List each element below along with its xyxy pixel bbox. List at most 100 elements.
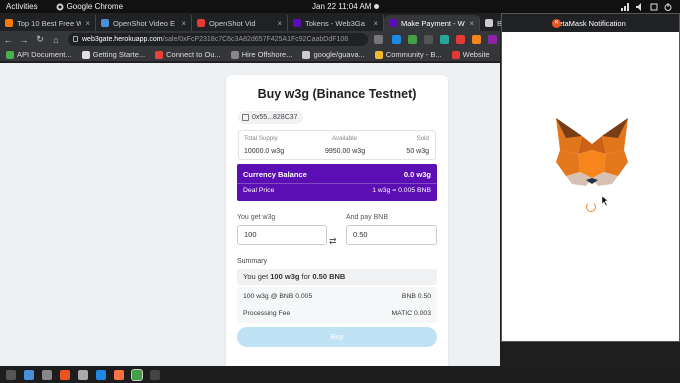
bookmark-4[interactable]: google/guava... bbox=[302, 50, 365, 59]
and-pay-input[interactable]: 0.50 bbox=[346, 225, 437, 245]
sold-value: 50 w3g bbox=[406, 148, 429, 155]
forward-button[interactable]: → bbox=[16, 35, 32, 45]
system-top-bar: Activities Google Chrome Jan 22 11:04 AM bbox=[0, 0, 680, 13]
tab-favicon-icon bbox=[5, 19, 13, 27]
tab-4[interactable]: Make Payment - W × bbox=[384, 15, 480, 31]
bookmarks-bar: API Document... Getting Starte... Connect … bbox=[0, 48, 500, 62]
tab-label: OpenShot Video E bbox=[113, 18, 175, 28]
tab-favicon-icon bbox=[197, 19, 205, 27]
notification-dot-icon bbox=[374, 4, 379, 9]
tab-close-icon[interactable]: × bbox=[469, 19, 474, 28]
total-supply-value: 10000.0 w3g bbox=[244, 148, 285, 155]
tab-favicon-icon bbox=[389, 19, 397, 27]
line-item-value: BNB 0.50 bbox=[401, 293, 431, 300]
firefox-icon[interactable] bbox=[114, 369, 124, 380]
power-icon bbox=[664, 2, 672, 11]
chrome-taskbar-icon[interactable] bbox=[131, 368, 143, 381]
you-get-token: w3g bbox=[262, 214, 276, 221]
extension-v-icon[interactable] bbox=[392, 35, 401, 44]
chrome-icon bbox=[56, 3, 64, 10]
bookmark-favicon-icon bbox=[230, 50, 239, 59]
tab-3[interactable]: Tokens - Web3Ga × bbox=[288, 15, 384, 31]
bookmark-6[interactable]: Website bbox=[451, 50, 490, 59]
bookmark-3[interactable]: Hire Offshore... bbox=[230, 50, 292, 59]
tab-label: Tokens - Web3Ga bbox=[305, 18, 365, 28]
tab-favicon-icon bbox=[101, 19, 109, 27]
bookmark-label: Website bbox=[462, 50, 490, 59]
extension-a-icon[interactable] bbox=[424, 35, 433, 44]
bookmark-2[interactable]: Connect to Ou... bbox=[155, 50, 221, 59]
vscode-icon[interactable] bbox=[96, 369, 106, 380]
extension-teal-icon[interactable] bbox=[440, 35, 449, 44]
contract-icon bbox=[242, 114, 249, 121]
divider bbox=[237, 183, 437, 184]
tab-0[interactable]: Top 10 Best Free W × bbox=[0, 15, 96, 31]
tab-favicon-icon bbox=[485, 19, 493, 27]
back-button[interactable]: ← bbox=[0, 35, 16, 45]
summary-amount: 100 w3g bbox=[270, 272, 300, 281]
tab-label: OpenShot Vid bbox=[209, 18, 256, 28]
taskbar bbox=[0, 366, 680, 383]
loading-spinner-icon bbox=[586, 202, 596, 212]
contract-address-chip[interactable]: 0x55...828C37 bbox=[238, 111, 303, 124]
and-pay-token: BNB bbox=[373, 214, 389, 221]
battery-icon bbox=[650, 3, 658, 10]
network-icon bbox=[621, 2, 629, 11]
sale-card: Buy w3g (Binance Testnet) 0x55...828C37 … bbox=[226, 75, 448, 366]
swap-icon[interactable]: ⇄ bbox=[329, 236, 337, 247]
maximize-icon[interactable]: ▫ bbox=[552, 19, 661, 28]
screen-recorder-icon[interactable] bbox=[150, 369, 160, 380]
supply-stats: Total Supply Available Sold 10000.0 w3g … bbox=[238, 130, 436, 160]
metamask-titlebar: MetaMask Notification – ▫ ✕ bbox=[502, 14, 679, 32]
currency-balance-value: 0.0 w3g bbox=[403, 170, 431, 179]
bookmark-0[interactable]: API Document... bbox=[6, 50, 72, 59]
lock-icon bbox=[73, 36, 78, 42]
page-title: Buy w3g (Binance Testnet) bbox=[257, 87, 417, 101]
bookmark-5[interactable]: Community - B... bbox=[374, 50, 442, 59]
bookmark-label: google/guava... bbox=[313, 50, 365, 59]
metamask-extension-icon[interactable] bbox=[472, 35, 481, 44]
extension-purple-icon[interactable] bbox=[488, 35, 497, 44]
browser-toolbar: ← → ↻ ⌂ web3gate.herokuapp.com/sale/0xFc… bbox=[0, 31, 500, 48]
sold-label: Sold bbox=[416, 135, 429, 142]
system-tray[interactable] bbox=[621, 2, 672, 11]
bookmark-favicon-icon bbox=[374, 50, 383, 59]
you-get-label: You get w3g bbox=[237, 214, 275, 221]
deal-price-value: 1 w3g = 0.005 BNB bbox=[372, 187, 431, 194]
available-value: 9950.00 w3g bbox=[325, 148, 366, 155]
reload-button[interactable]: ↻ bbox=[32, 34, 48, 45]
tab-2[interactable]: OpenShot Vid × bbox=[192, 15, 288, 31]
currency-balance-label: Currency Balance bbox=[243, 170, 307, 179]
share-icon[interactable] bbox=[374, 35, 383, 44]
close-icon[interactable]: ✕ bbox=[552, 19, 561, 28]
extension-red-icon[interactable] bbox=[456, 35, 465, 44]
bookmark-favicon-icon bbox=[302, 50, 311, 59]
you-get-text: You get bbox=[237, 214, 261, 221]
bookmark-favicon-icon bbox=[81, 50, 90, 59]
terminal-icon[interactable] bbox=[42, 369, 52, 380]
home-button[interactable]: ⌂ bbox=[48, 35, 64, 45]
tab-close-icon[interactable]: × bbox=[277, 19, 282, 28]
balance-panel: Currency Balance 0.0 w3g Deal Price 1 w3… bbox=[237, 164, 437, 201]
bookmark-favicon-icon bbox=[451, 50, 460, 59]
clock[interactable]: Jan 22 11:04 AM bbox=[312, 2, 371, 11]
tab-1[interactable]: OpenShot Video E × bbox=[96, 15, 192, 31]
summary-for: for bbox=[301, 272, 311, 281]
tab-close-icon[interactable]: × bbox=[373, 19, 378, 28]
app-menu[interactable]: Google Chrome bbox=[56, 2, 123, 11]
tab-label: Make Payment - W bbox=[401, 18, 465, 28]
buy-button[interactable]: Buy bbox=[237, 327, 437, 347]
and-pay-text: And pay bbox=[346, 214, 372, 221]
text-editor-icon[interactable] bbox=[78, 369, 88, 380]
show-desktop-icon[interactable] bbox=[6, 369, 16, 380]
activities-button[interactable]: Activities bbox=[6, 2, 38, 11]
tab-close-icon[interactable]: × bbox=[181, 19, 186, 28]
address-bar[interactable]: web3gate.herokuapp.com/sale/0xFcP2318c7C… bbox=[68, 33, 368, 46]
software-icon[interactable] bbox=[60, 369, 70, 380]
summary-label: Summary bbox=[237, 258, 267, 265]
extension-green-icon[interactable] bbox=[408, 35, 417, 44]
you-get-input[interactable]: 100 bbox=[237, 225, 327, 245]
files-icon[interactable] bbox=[24, 369, 34, 380]
tab-close-icon[interactable]: × bbox=[85, 19, 90, 28]
bookmark-1[interactable]: Getting Starte... bbox=[81, 50, 145, 59]
